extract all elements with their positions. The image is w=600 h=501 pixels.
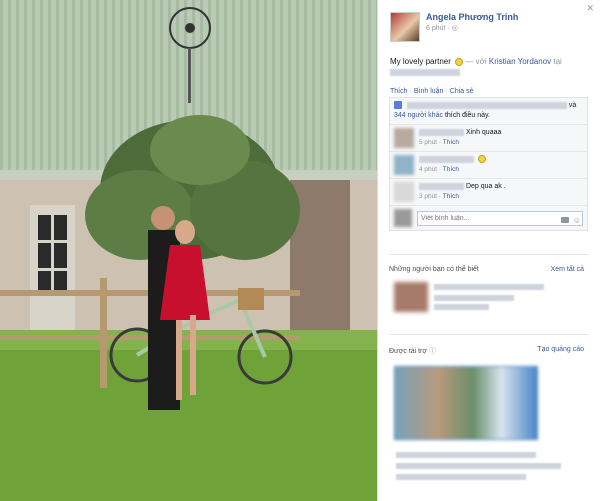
commenter-avatar[interactable] [394,128,414,148]
sponsored-ad[interactable] [394,366,538,440]
create-ad-link[interactable]: Tạo quảng cáo [537,346,584,356]
ad-url-blurred[interactable] [396,463,561,469]
comment-time[interactable]: 5 phút [419,139,437,146]
author-name[interactable]: Angela Phương Trinh [426,12,518,22]
comment-item: Dep qua ak . 3 phút · Thích [390,179,587,206]
commenter-name-blurred[interactable] [419,128,464,136]
globe-icon: ◎ [451,25,458,32]
suggested-person[interactable] [394,282,574,312]
comment-item: 4 phút · Thích [390,152,587,179]
comment-composer [390,206,587,230]
tagged-partner-link[interactable]: Kristian Yordanov [489,57,551,66]
photo-image [0,0,377,501]
smile-emoji-icon [455,57,464,66]
post-actions: Thích · Bình luận · Chia sẻ [390,88,474,95]
comment-input[interactable] [417,210,583,226]
like-button[interactable]: Thích [390,88,408,95]
suggested-name-blurred [434,284,544,290]
share-button[interactable]: Chia sẻ [450,88,474,95]
comment-time[interactable]: 4 phút [419,166,437,173]
caption-text: My lovely partner [390,57,451,66]
comment-time[interactable]: 3 phút [419,193,437,200]
location-link-blurred[interactable] [390,69,460,77]
likes-summary: và 344 người khác thích điều này. [390,98,587,125]
add-friend-blurred[interactable] [434,304,489,310]
post-time[interactable]: 6 phút [426,25,445,32]
divider [389,334,588,335]
my-avatar [394,209,412,227]
suggested-avatar-blurred [394,282,428,312]
other-likers-link[interactable]: 344 người khác [394,112,443,119]
suggestions-header: Những người bạn có thể biết Xem tất cả [389,266,584,273]
ad-title-blurred[interactable] [396,452,536,458]
author-avatar[interactable] [390,12,420,42]
smile-icon[interactable]: ☺ [573,216,581,225]
commenter-name-blurred[interactable] [419,155,474,163]
see-all-link[interactable]: Xem tất cả [551,266,584,273]
camera-icon[interactable] [561,217,569,223]
comment-button[interactable]: Bình luận [414,88,444,95]
comment-item: Xinh quaaa 5 phút · Thích [390,125,587,152]
post-caption: My lovely partner — với Kristian Yordano… [390,56,590,78]
ads-title: Được tài trợ [389,348,427,355]
suggestions-title: Những người bạn có thể biết [389,266,479,273]
close-icon[interactable]: ✕ [586,3,594,14]
comment-text: Xinh quaaa [465,129,502,136]
commenter-avatar[interactable] [394,155,414,175]
feedback-box: và 344 người khác thích điều này. Xinh q… [389,97,588,231]
at-text: tại [553,57,562,66]
commenter-name-blurred[interactable] [419,182,464,190]
smile-emoji-icon [477,155,486,164]
suggested-info-blurred [434,295,514,301]
comment-text: Dep qua ak . [465,183,506,190]
thumbs-up-icon [394,101,402,110]
comment-like-button[interactable]: Thích [443,193,459,200]
likes-and: và [568,102,577,109]
post-photo[interactable] [0,0,377,501]
divider [389,254,588,255]
ads-info-icon[interactable]: ⓘ [429,348,436,355]
comment-like-button[interactable]: Thích [443,166,459,173]
author-row: Angela Phương Trinh 6 phút · ◎ [390,12,518,42]
ads-header: Được tài trợ ⓘ Tạo quảng cáo [389,346,584,356]
likers-blurred[interactable] [406,101,567,109]
commenter-avatar[interactable] [394,182,414,202]
with-text: — với [465,57,487,66]
likes-this-text: thích điều này. [444,112,490,119]
ad-text-blurred [396,474,526,480]
comment-like-button[interactable]: Thích [443,139,459,146]
